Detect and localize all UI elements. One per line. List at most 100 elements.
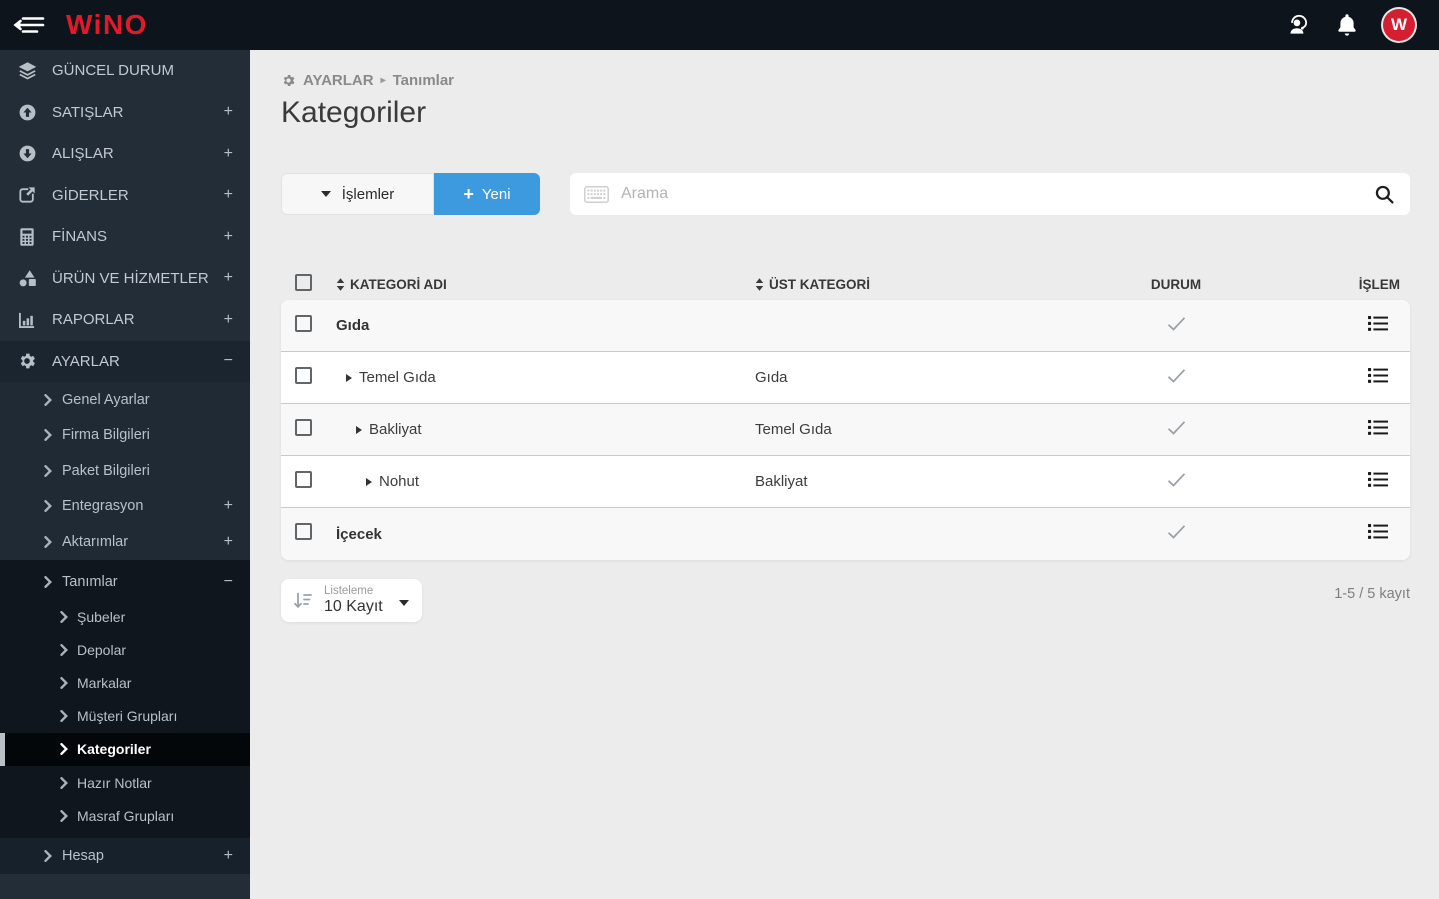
chevron-right-icon xyxy=(44,429,52,441)
sidebar-item-ayarlar[interactable]: AYARLAR− xyxy=(0,341,250,383)
chevron-right-icon xyxy=(44,500,52,512)
sidebar-item-hazır-notlar[interactable]: Hazır Notlar xyxy=(0,766,250,799)
caret-down-icon xyxy=(321,191,331,197)
breadcrumb: AYARLAR ▸ Tanımlar xyxy=(281,72,1410,89)
search-input[interactable] xyxy=(621,185,1373,203)
sidebar-item-raporlar[interactable]: RAPORLAR+ xyxy=(0,299,250,341)
breadcrumb-section[interactable]: AYARLAR xyxy=(303,72,374,89)
sidebar-item-ürün-ve-hi-zmetler[interactable]: ÜRÜN VE HİZMETLER+ xyxy=(0,258,250,300)
row-actions-button[interactable] xyxy=(1368,419,1388,436)
row-actions-button[interactable] xyxy=(1368,523,1388,540)
chevron-right-icon xyxy=(60,743,68,755)
expand-indicator: + xyxy=(224,311,233,329)
sidebar-item-label: Kategoriler xyxy=(77,741,151,757)
expand-indicator: + xyxy=(224,145,233,163)
row-checkbox[interactable] xyxy=(295,419,312,436)
sidebar-item-markalar[interactable]: Markalar xyxy=(0,666,250,699)
sidebar-item-label: Hesap xyxy=(62,848,104,864)
page-size-value: 10 Kayıt xyxy=(324,598,383,616)
row-checkbox[interactable] xyxy=(295,471,312,488)
sidebar-item-label: ALIŞLAR xyxy=(52,145,114,162)
user-avatar[interactable]: W xyxy=(1383,9,1415,41)
status-check-icon xyxy=(1081,367,1271,389)
sidebar-item-paket-bilgileri[interactable]: Paket Bilgileri xyxy=(0,453,250,489)
row-checkbox[interactable] xyxy=(295,523,312,540)
sidebar-item-entegrasyon[interactable]: Entegrasyon+ xyxy=(0,489,250,525)
support-icon[interactable] xyxy=(1285,12,1311,38)
keyboard-icon xyxy=(584,186,609,203)
category-name-cell[interactable]: Bakliyat xyxy=(325,421,755,438)
calculator-icon xyxy=(15,227,39,247)
sidebar-item-satişlar[interactable]: SATIŞLAR + xyxy=(0,92,250,134)
category-name-cell[interactable]: Nohut xyxy=(325,473,755,490)
actions-button[interactable]: İşlemler xyxy=(281,173,434,215)
row-actions-button[interactable] xyxy=(1368,471,1388,488)
row-actions-button[interactable] xyxy=(1368,367,1388,384)
sidebar-item-kategoriler[interactable]: Kategoriler xyxy=(0,733,250,766)
sidebar-item-label: GİDERLER xyxy=(52,187,129,204)
bar-chart-icon xyxy=(15,310,39,330)
table-row: Gıda xyxy=(281,300,1410,352)
search-icon[interactable] xyxy=(1373,183,1396,206)
sidebar-item-aktarımlar[interactable]: Aktarımlar + xyxy=(0,524,250,560)
expand-indicator: − xyxy=(224,573,233,591)
sidebar-item-müşteri-grupları[interactable]: Müşteri Grupları xyxy=(0,700,250,733)
new-button[interactable]: + Yeni xyxy=(434,173,540,215)
status-check-icon xyxy=(1081,315,1271,337)
expand-indicator: + xyxy=(224,228,233,246)
header-parent-category[interactable]: ÜST KATEGORİ xyxy=(755,277,1081,292)
sidebar-item-label: Şubeler xyxy=(77,609,125,625)
page-size-label: Listeleme xyxy=(324,585,383,598)
sidebar-collapse-icon[interactable] xyxy=(13,13,45,37)
sidebar-item-depolar[interactable]: Depolar xyxy=(0,633,250,666)
arrow-down-circle-icon xyxy=(15,144,39,163)
sidebar-item-gi-derler[interactable]: GİDERLER+ xyxy=(0,175,250,217)
sidebar-item-genel-ayarlar[interactable]: Genel Ayarlar xyxy=(0,382,250,418)
row-checkbox[interactable] xyxy=(295,315,312,332)
header-action: İŞLEM xyxy=(1271,277,1410,292)
share-icon xyxy=(15,185,39,205)
category-name-cell[interactable]: Gıda xyxy=(325,317,755,334)
arrow-up-circle-icon xyxy=(15,103,39,122)
sidebar-item-firma-bilgileri[interactable]: Firma Bilgileri xyxy=(0,418,250,454)
sidebar-item-güncel-durum[interactable]: GÜNCEL DURUM xyxy=(0,50,250,92)
main-content: AYARLAR ▸ Tanımlar Kategoriler İşlemler … xyxy=(250,50,1439,899)
row-actions-button[interactable] xyxy=(1368,315,1388,332)
new-button-label: Yeni xyxy=(482,186,511,203)
sidebar-item-tanımlar[interactable]: Tanımlar− xyxy=(0,565,250,601)
sidebar-item-alişlar[interactable]: ALIŞLAR + xyxy=(0,133,250,175)
sidebar-item-label: Aktarımlar xyxy=(62,534,128,550)
chevron-right-icon xyxy=(60,810,68,822)
plus-icon: + xyxy=(463,185,474,203)
header-category-name[interactable]: KATEGORİ ADI xyxy=(325,277,755,292)
category-name-cell[interactable]: İçecek xyxy=(325,526,755,543)
gear-icon xyxy=(281,73,296,88)
tree-node-icon xyxy=(366,478,372,486)
breadcrumb-page[interactable]: Tanımlar xyxy=(393,72,454,89)
actions-button-label: İşlemler xyxy=(342,186,395,203)
sidebar-item-label: Depolar xyxy=(77,642,126,658)
sidebar-item-hesap[interactable]: Hesap + xyxy=(0,838,250,874)
table-row: NohutBakliyat xyxy=(281,456,1410,508)
expand-indicator: + xyxy=(224,847,233,865)
bell-icon[interactable] xyxy=(1335,12,1359,38)
chevron-right-icon xyxy=(44,850,52,862)
chevron-right-icon xyxy=(60,677,68,689)
sidebar-item-masraf-grupları[interactable]: Masraf Grupları xyxy=(0,799,250,832)
sort-amount-icon xyxy=(293,591,313,610)
page-size-select[interactable]: Listeleme 10 Kayıt xyxy=(281,579,422,622)
sidebar-item-label: Müşteri Grupları xyxy=(77,708,177,724)
sidebar-item-label: SATIŞLAR xyxy=(52,104,123,121)
sidebar-item-label: Markalar xyxy=(77,675,131,691)
expand-indicator: + xyxy=(224,533,233,551)
caret-down-icon xyxy=(399,600,409,606)
sidebar-item-şubeler[interactable]: Şubeler xyxy=(0,600,250,633)
expand-indicator: + xyxy=(224,103,233,121)
sidebar-item-fi-nans[interactable]: FİNANS+ xyxy=(0,216,250,258)
parent-category-cell: Temel Gıda xyxy=(755,421,1081,438)
select-all-checkbox[interactable] xyxy=(295,274,312,291)
category-name: Bakliyat xyxy=(369,421,422,438)
row-checkbox[interactable] xyxy=(295,367,312,384)
app-logo[interactable]: WiNO xyxy=(66,9,148,41)
category-name-cell[interactable]: Temel Gıda xyxy=(325,369,755,386)
